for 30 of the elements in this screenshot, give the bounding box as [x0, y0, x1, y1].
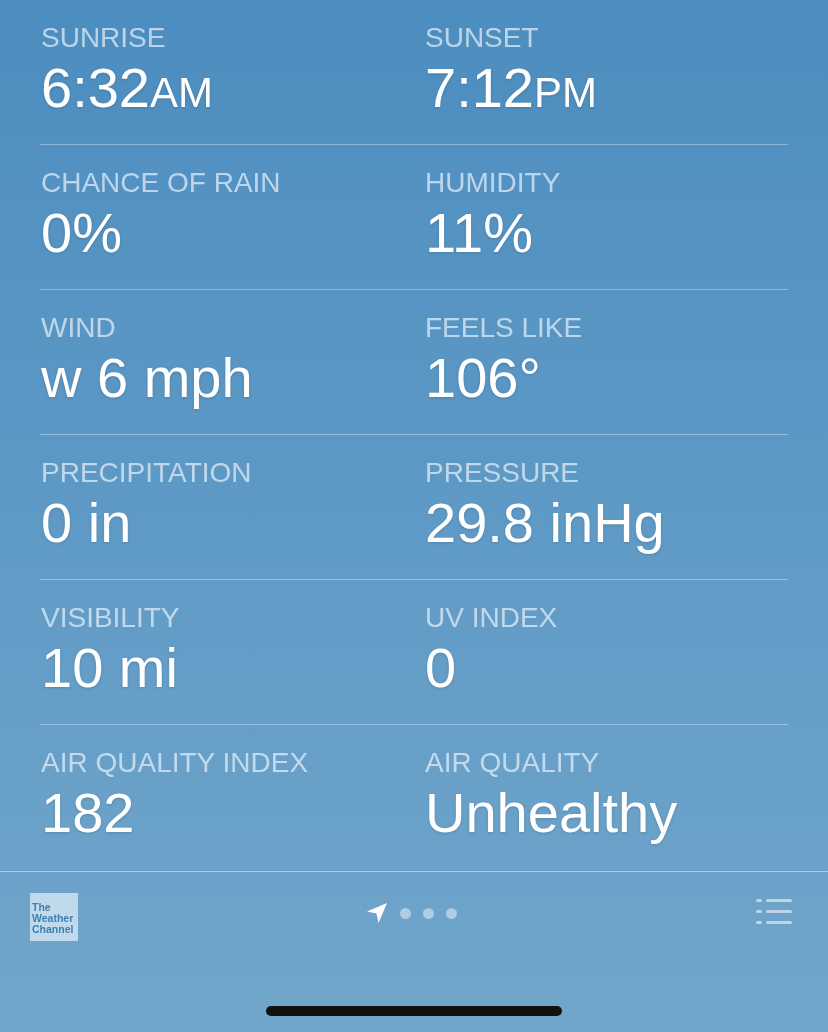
detail-value: 29.8 inHg: [425, 490, 666, 556]
location-arrow-icon[interactable]: [366, 902, 388, 924]
detail-label: VISIBILITY: [41, 602, 181, 634]
detail-value: 0 in: [41, 490, 133, 556]
detail-label: AIR QUALITY: [425, 747, 601, 779]
detail-value: 7:12PM: [425, 55, 598, 121]
detail-label: WIND: [41, 312, 117, 344]
detail-label: HUMIDITY: [425, 167, 562, 199]
detail-value: w 6 mph: [41, 345, 254, 411]
weather-channel-logo[interactable]: The Weather Channel: [30, 893, 78, 941]
detail-label: UV INDEX: [425, 602, 559, 634]
detail-label: CHANCE OF RAIN: [41, 167, 282, 199]
detail-label: FEELS LIKE: [425, 312, 584, 344]
detail-label: SUNSET: [425, 22, 540, 54]
detail-value: 0: [425, 635, 458, 701]
detail-value: Unhealthy: [425, 780, 679, 846]
list-icon[interactable]: [756, 899, 792, 925]
detail-value: 0%: [41, 200, 123, 266]
detail-value: 11%: [425, 200, 534, 266]
detail-value: 182: [41, 780, 136, 846]
page-dot[interactable]: [446, 907, 457, 919]
page-dot[interactable]: [423, 907, 434, 919]
detail-label: AIR QUALITY INDEX: [41, 747, 310, 779]
detail-value: 106°: [425, 345, 542, 411]
page-dot[interactable]: [400, 907, 411, 919]
detail-label: SUNRISE: [41, 22, 167, 54]
detail-label: PRESSURE: [425, 457, 581, 489]
detail-label: PRECIPITATION: [41, 457, 253, 489]
detail-value: 6:32AM: [41, 55, 214, 121]
detail-value: 10 mi: [41, 635, 179, 701]
